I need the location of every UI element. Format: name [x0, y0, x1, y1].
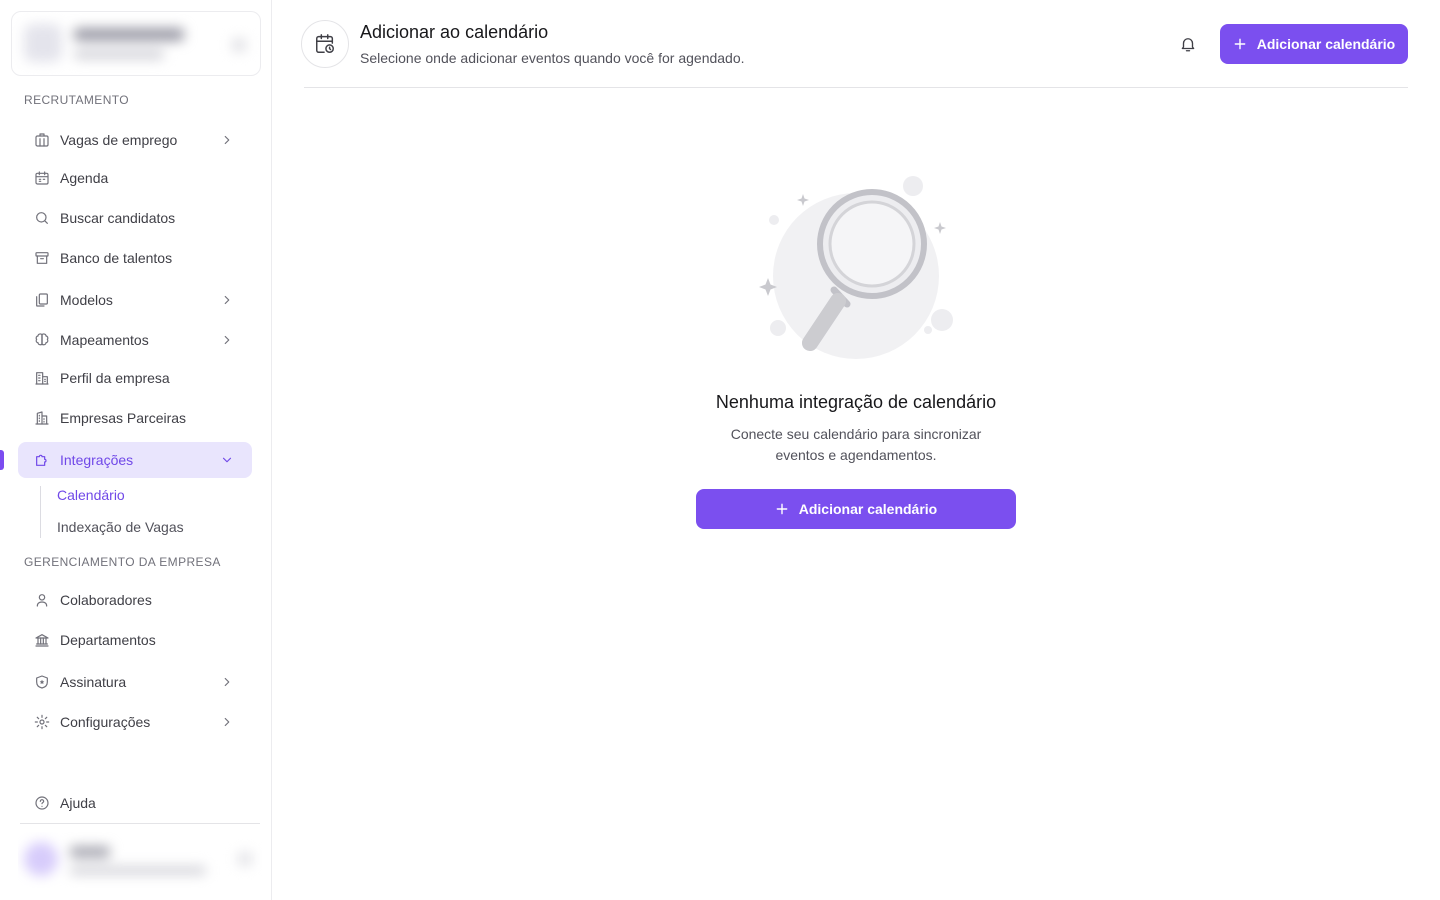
sidebar-item-configuracoes[interactable]: Configurações — [18, 704, 252, 740]
sidebar-item-perfil-empresa[interactable]: Perfil da empresa — [18, 360, 252, 396]
help-circle-icon — [33, 794, 51, 812]
active-indicator — [0, 450, 4, 470]
plus-icon — [776, 503, 788, 515]
sidebar-item-assinatura[interactable]: Assinatura — [18, 664, 252, 700]
building-icon — [33, 369, 51, 387]
user-icon — [33, 591, 51, 609]
sidebar-item-label: Integrações — [60, 452, 134, 468]
bell-icon[interactable] — [1177, 33, 1199, 55]
add-calendar-button[interactable]: Adicionar calendário — [1220, 24, 1408, 64]
chevron-up-down-icon — [238, 852, 252, 866]
sidebar-item-departamentos[interactable]: Departamentos — [18, 622, 252, 658]
sidebar-item-label: Mapeamentos — [60, 332, 149, 348]
search-icon — [33, 209, 51, 227]
sidebar-item-label: Configurações — [60, 714, 151, 730]
user-menu[interactable] — [18, 832, 262, 888]
chevron-right-icon — [224, 295, 230, 305]
empty-state-add-calendar-button-label: Adicionar calendário — [798, 501, 938, 517]
section-title-recruiting: RECRUTAMENTO — [24, 93, 130, 107]
header-divider — [304, 87, 1408, 88]
submenu-item-indexacao-vagas[interactable]: Indexação de Vagas — [57, 519, 184, 535]
magnifying-glass-illustration — [759, 176, 953, 359]
empty-state-description-line-2: eventos e agendamentos. — [775, 447, 937, 463]
calendar-icon — [33, 169, 51, 187]
empty-state-description-line-1: Conecte seu calendário para sincronizar — [730, 426, 982, 442]
sidebar-item-label: Agenda — [60, 170, 109, 186]
calendar-clock-icon — [301, 20, 349, 68]
submenu-item-calendario[interactable]: Calendário — [57, 487, 125, 503]
sidebar-item-ajuda[interactable]: Ajuda — [18, 785, 252, 821]
company-avatar — [24, 24, 62, 62]
chevron-right-icon — [224, 135, 230, 145]
sidebar-item-banco-talentos[interactable]: Banco de talentos — [18, 240, 252, 276]
gear-icon — [33, 713, 51, 731]
sidebar-item-label: Modelos — [60, 292, 113, 308]
section-title-company: GERENCIAMENTO DA EMPRESA — [24, 555, 221, 569]
empty-state-title: Nenhuma integração de calendário — [715, 392, 997, 412]
sidebar-item-label: Perfil da empresa — [60, 370, 170, 386]
puzzle-icon — [33, 451, 51, 469]
archive-icon — [33, 249, 51, 267]
sidebar-item-agenda[interactable]: Agenda — [18, 160, 252, 196]
sidebar-item-label: Colaboradores — [60, 592, 152, 608]
chevron-right-icon — [224, 677, 230, 687]
shield-star-icon — [33, 673, 51, 691]
sidebar-item-vagas[interactable]: Vagas de emprego — [18, 122, 252, 158]
page-subtitle: Selecione onde adicionar eventos quando … — [360, 50, 745, 66]
empty-state-add-calendar-button[interactable]: Adicionar calendário — [696, 489, 1016, 529]
sidebar-item-label: Empresas Parceiras — [60, 410, 187, 426]
plus-icon — [1234, 38, 1246, 50]
chevron-right-icon — [224, 335, 230, 345]
sidebar-item-label: Banco de talentos — [60, 250, 173, 266]
user-menu-blurred-content — [18, 832, 262, 888]
copy-icon — [33, 291, 51, 309]
bank-icon — [33, 631, 51, 649]
sidebar-item-integracoes[interactable]: Integrações — [18, 442, 252, 478]
sidebar-item-empresas-parceiras[interactable]: Empresas Parceiras — [18, 400, 252, 436]
empty-state-description: Conecte seu calendário para sincronizar … — [656, 424, 1056, 466]
avatar — [24, 842, 58, 876]
sidebar-item-colaboradores[interactable]: Colaboradores — [18, 582, 252, 618]
add-calendar-button-label: Adicionar calendário — [1256, 36, 1396, 52]
account-switcher[interactable] — [11, 11, 261, 76]
page-title: Adicionar ao calendário — [360, 22, 549, 42]
buildings-icon — [33, 409, 51, 427]
sidebar-item-modelos[interactable]: Modelos — [18, 282, 252, 318]
brain-icon — [33, 331, 51, 349]
sidebar-item-buscar-candidatos[interactable]: Buscar candidatos — [18, 200, 252, 236]
sidebar-item-label: Assinatura — [60, 674, 127, 690]
sidebar-item-label: Vagas de emprego — [60, 132, 178, 148]
chevron-down-icon — [222, 457, 232, 463]
sidebar-item-label: Ajuda — [60, 795, 96, 811]
sidebar-divider — [20, 823, 260, 824]
chevron-right-icon — [224, 717, 230, 727]
sidebar-item-label: Buscar candidatos — [60, 210, 176, 226]
briefcase-icon — [33, 131, 51, 149]
sidebar-item-label: Departamentos — [60, 632, 156, 648]
account-switcher-blurred-content — [12, 12, 260, 75]
submenu-line — [40, 486, 41, 538]
sidebar: RECRUTAMENTO Vagas de emprego Agenda Bus… — [0, 0, 272, 900]
sidebar-item-mapeamentos[interactable]: Mapeamentos — [18, 322, 252, 358]
chevron-up-down-icon — [232, 38, 246, 52]
